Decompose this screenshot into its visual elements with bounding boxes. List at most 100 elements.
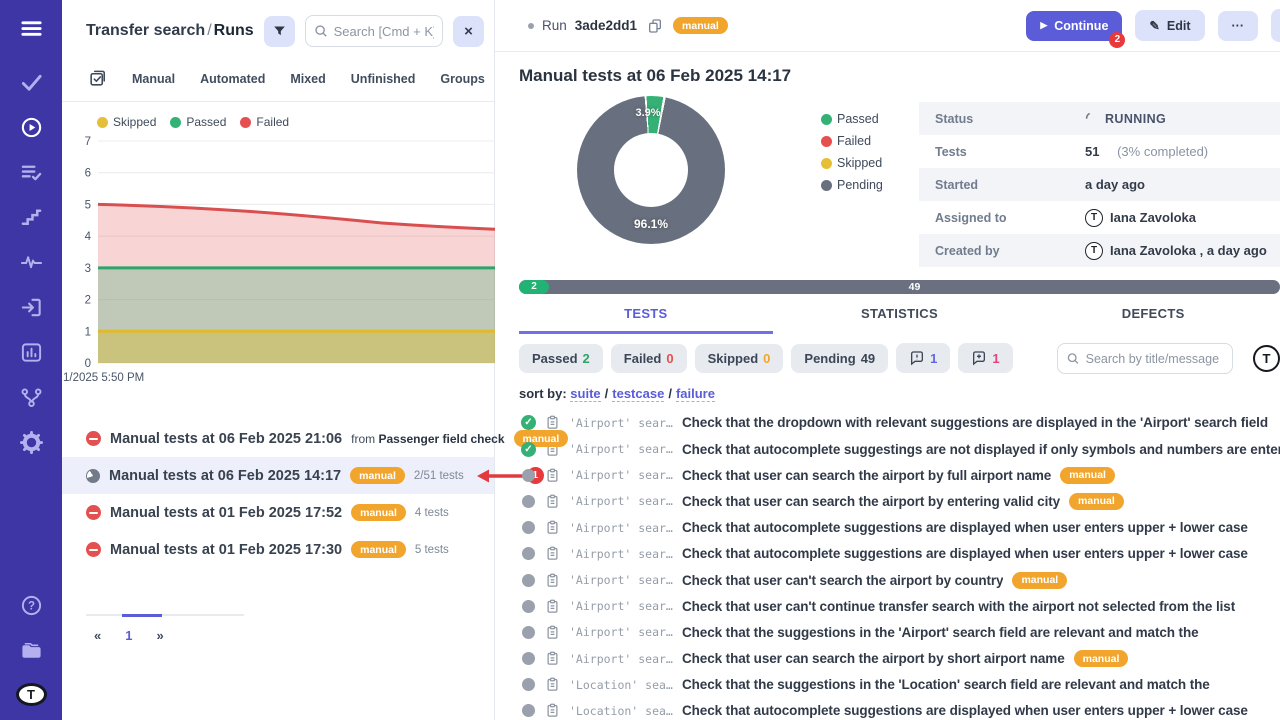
run-list-item-selected[interactable]: Manual tests at 06 Feb 2025 14:17 manual… — [62, 457, 494, 494]
run-list-item[interactable]: Manual tests at 01 Feb 2025 17:52 manual… — [62, 494, 494, 531]
test-row[interactable]: 'Airport' sear… Check that user can sear… — [495, 646, 1280, 672]
pulse-icon[interactable] — [19, 250, 43, 274]
clipboard-icon — [545, 677, 560, 692]
app-logo[interactable]: T — [16, 683, 47, 706]
test-row[interactable]: 'Airport' sear… Check that the dropdown … — [495, 410, 1280, 436]
test-suite[interactable]: 'Airport' sear… — [569, 547, 673, 561]
pagination-prev[interactable]: « — [94, 628, 101, 643]
filter-skipped-button[interactable]: Skipped0 — [695, 344, 784, 373]
test-row[interactable]: 'Airport' sear… Check that the suggestio… — [495, 619, 1280, 645]
test-title[interactable]: Check that autocomplete suggestions are … — [682, 546, 1248, 561]
menu-icon[interactable] — [19, 16, 43, 40]
copy-icon[interactable] — [647, 18, 663, 34]
test-suite[interactable]: 'Airport' sear… — [569, 416, 673, 430]
test-title[interactable]: Check that user can't continue transfer … — [682, 599, 1235, 614]
test-row[interactable]: 'Airport' sear… Check that user can't co… — [495, 593, 1280, 619]
sort-by-testcase[interactable]: testcase — [612, 386, 664, 402]
test-title[interactable]: Check that autocomplete suggestings are … — [682, 442, 1280, 457]
info-row-status: Status RUNNING — [919, 102, 1280, 135]
reports-icon[interactable] — [19, 340, 43, 364]
runs-filter-tabs: Manual Automated Mixed Unfinished Groups — [62, 59, 494, 102]
breadcrumb-separator: / — [205, 22, 213, 39]
test-title[interactable]: Check that autocomplete suggestions are … — [682, 520, 1248, 535]
branches-icon[interactable] — [19, 385, 43, 409]
breadcrumb-parent[interactable]: Transfer search — [86, 22, 205, 39]
tab-statistics[interactable]: STATISTICS — [773, 306, 1027, 334]
test-suite[interactable]: 'Airport' sear… — [569, 625, 673, 639]
tab-tests[interactable]: TESTS — [519, 306, 773, 334]
test-suite[interactable]: 'Location' sea… — [569, 704, 673, 718]
pagination-next[interactable]: » — [156, 628, 163, 643]
run-title: Manual tests at 06 Feb 2025 21:06 — [110, 431, 342, 447]
run-from: from Passenger field check — [351, 432, 504, 446]
test-search-input[interactable] — [1086, 351, 1224, 366]
test-suite[interactable]: 'Airport' sear… — [569, 468, 673, 482]
tab-mixed[interactable]: Mixed — [290, 72, 325, 86]
tests-icon[interactable] — [19, 70, 43, 94]
test-suite[interactable]: 'Airport' sear… — [569, 599, 673, 613]
tab-automated[interactable]: Automated — [200, 72, 265, 86]
test-row[interactable]: 'Airport' sear… Check that autocomplete … — [495, 541, 1280, 567]
test-row[interactable]: 'Airport' sear… Check that autocomplete … — [495, 436, 1280, 462]
edit-button[interactable]: ✎ Edit — [1135, 10, 1204, 41]
tab-groups[interactable]: Groups — [440, 72, 484, 86]
test-title[interactable]: Check that user can search the airport b… — [682, 494, 1060, 509]
tab-defects[interactable]: DEFECTS — [1026, 306, 1280, 334]
filter-pending-button[interactable]: Pending49 — [791, 344, 888, 373]
tab-unfinished[interactable]: Unfinished — [351, 72, 416, 86]
test-title[interactable]: Check that user can't search the airport… — [682, 573, 1003, 588]
pending-status-icon — [522, 600, 535, 613]
test-suite[interactable]: 'Airport' sear… — [569, 494, 673, 508]
filter-passed-button[interactable]: Passed2 — [519, 344, 603, 373]
help-icon[interactable]: ? — [19, 593, 43, 617]
skipped-dot-icon — [97, 117, 108, 128]
started-value: a day ago — [1085, 177, 1145, 192]
test-title[interactable]: Check that user can search the airport b… — [682, 651, 1065, 666]
test-title[interactable]: Check that the dropdown with relevant su… — [682, 415, 1268, 430]
clipped-button[interactable] — [1271, 9, 1280, 42]
clipboard-icon — [545, 703, 560, 718]
more-button[interactable]: ··· — [1218, 11, 1259, 41]
test-suite[interactable]: 'Airport' sear… — [569, 521, 673, 535]
test-suite[interactable]: 'Airport' sear… — [569, 652, 673, 666]
steps-icon[interactable] — [19, 205, 43, 229]
sort-by-suite[interactable]: suite — [570, 386, 600, 402]
manual-badge: manual — [351, 504, 406, 521]
test-suite[interactable]: 'Airport' sear… — [569, 573, 673, 587]
test-title[interactable]: Check that the suggestions in the 'Airpo… — [682, 625, 1199, 640]
clear-search-button[interactable]: × — [453, 16, 484, 47]
runs-icon[interactable] — [19, 115, 43, 139]
test-suite[interactable]: 'Airport' sear… — [569, 442, 673, 456]
test-row[interactable]: 'Airport' sear… Check that autocomplete … — [495, 515, 1280, 541]
test-title[interactable]: Check that user can search the airport b… — [682, 468, 1051, 483]
run-list-item[interactable]: Manual tests at 01 Feb 2025 17:30 manual… — [62, 531, 494, 568]
filter-failed-button[interactable]: Failed0 — [611, 344, 687, 373]
comments-add-button[interactable]: 1 — [958, 343, 1012, 373]
test-title[interactable]: Check that the suggestions in the 'Locat… — [682, 677, 1210, 692]
test-row[interactable]: 'Location' sea… Check that autocomplete … — [495, 698, 1280, 720]
filter-button[interactable] — [264, 16, 295, 47]
user-avatar[interactable]: T — [1253, 345, 1280, 372]
test-suite[interactable]: 'Location' sea… — [569, 678, 673, 692]
signin-icon[interactable] — [19, 295, 43, 319]
plans-icon[interactable] — [19, 160, 43, 184]
test-row[interactable]: 'Airport' sear… Check that user can sear… — [495, 462, 1280, 488]
select-all-icon[interactable] — [88, 69, 107, 88]
clipboard-icon — [545, 599, 560, 614]
tab-manual[interactable]: Manual — [132, 72, 175, 86]
docs-icon[interactable] — [19, 638, 43, 662]
settings-icon[interactable] — [19, 430, 43, 454]
sort-by-failure[interactable]: failure — [676, 386, 715, 402]
test-row[interactable]: 'Location' sea… Check that the suggestio… — [495, 672, 1280, 698]
comment-plus-icon — [971, 350, 987, 366]
run-list-item[interactable]: Manual tests at 06 Feb 2025 21:06 from P… — [62, 420, 494, 457]
test-row[interactable]: 'Airport' sear… Check that user can't se… — [495, 567, 1280, 593]
runs-search-input[interactable] — [334, 24, 434, 39]
pagination-page-1[interactable]: 1 — [125, 628, 132, 643]
info-row-assigned: Assigned to TIana Zavoloka — [919, 201, 1280, 234]
pending-status-icon — [522, 469, 535, 482]
comments-report-button[interactable]: 1 — [896, 343, 950, 373]
test-title[interactable]: Check that autocomplete suggestions are … — [682, 703, 1248, 718]
continue-button[interactable]: ▶ Continue 2 — [1026, 11, 1122, 41]
test-row[interactable]: 'Airport' sear… Check that user can sear… — [495, 488, 1280, 514]
